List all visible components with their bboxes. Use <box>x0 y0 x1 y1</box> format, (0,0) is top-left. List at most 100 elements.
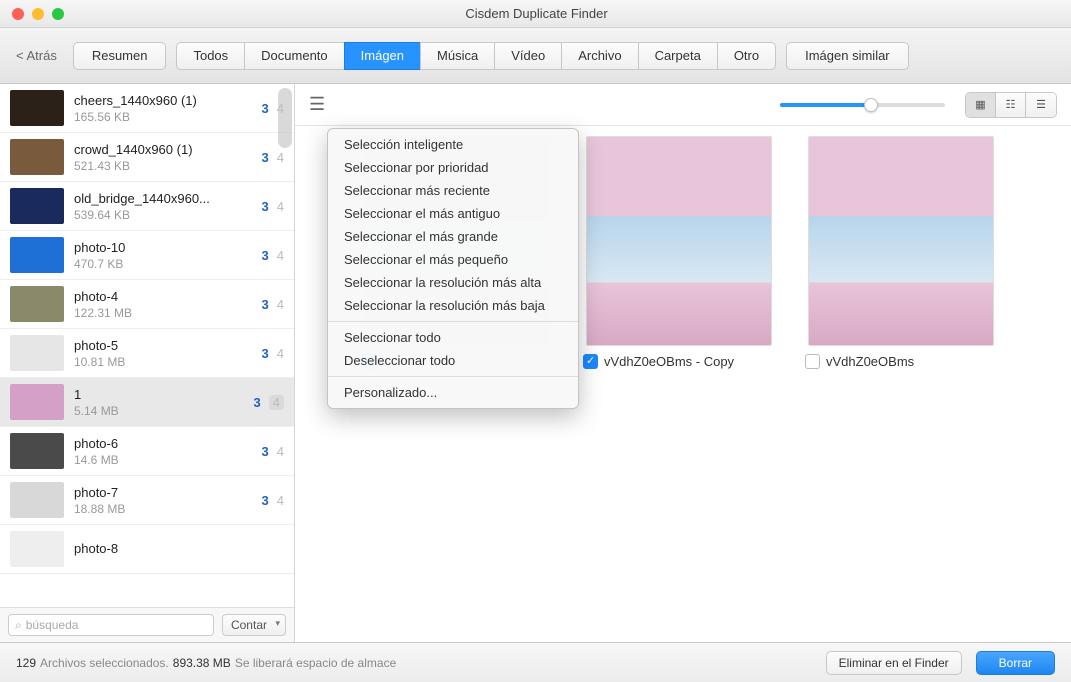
selection-menu: Selección inteligenteSeleccionar por pri… <box>327 128 579 409</box>
settings-icon[interactable]: ☰ <box>309 94 325 115</box>
tile-caption: vVdhZ0eOBms - Copy <box>579 354 779 369</box>
list-item[interactable]: photo-8 <box>0 525 294 574</box>
file-size: 521.43 KB <box>74 159 262 173</box>
duplicate-list[interactable]: cheers_1440x960 (1) 165.56 KB 3 4 crowd_… <box>0 84 294 607</box>
preview-image[interactable] <box>586 136 772 346</box>
delete-button[interactable]: Borrar <box>976 651 1055 675</box>
list-item[interactable]: 1 5.14 MB 3 4 <box>0 378 294 427</box>
selected-count: 3 <box>262 150 269 165</box>
thumbnail <box>10 188 64 224</box>
row-info: photo-4 122.31 MB <box>74 289 262 320</box>
row-info: photo-6 14.6 MB <box>74 436 262 467</box>
tile-caption: vVdhZ0eOBms <box>801 354 1001 369</box>
main-toolbar: ☰ ▦ ☷ ☰ <box>295 84 1071 126</box>
menu-item[interactable]: Seleccionar el más antiguo <box>328 202 578 225</box>
dup-counts: 3 4 <box>254 395 284 410</box>
list-item[interactable]: crowd_1440x960 (1) 521.43 KB 3 4 <box>0 133 294 182</box>
total-count: 4 <box>269 395 284 410</box>
preview-image[interactable] <box>808 136 994 346</box>
menu-item[interactable]: Seleccionar más reciente <box>328 179 578 202</box>
search-input[interactable]: ⌕ búsqueda <box>8 614 214 636</box>
thumbnail <box>10 531 64 567</box>
list-item[interactable]: photo-7 18.88 MB 3 4 <box>0 476 294 525</box>
menu-item[interactable]: Seleccionar la resolución más alta <box>328 271 578 294</box>
close-window[interactable] <box>12 8 24 20</box>
file-name: crowd_1440x960 (1) <box>74 142 262 157</box>
file-name: photo-8 <box>74 541 276 556</box>
thumbnail <box>10 384 64 420</box>
menu-item[interactable]: Seleccionar la resolución más baja <box>328 294 578 317</box>
tab-vídeo[interactable]: Vídeo <box>494 42 561 70</box>
toolbar: < Atrás Resumen TodosDocumentoImágenMúsi… <box>0 28 1071 84</box>
file-name: cheers_1440x960 (1) <box>74 93 262 108</box>
similar-image-button[interactable]: Imágen similar <box>786 42 909 70</box>
view-grid-icon[interactable]: ▦ <box>966 93 996 117</box>
zoom-window[interactable] <box>52 8 64 20</box>
scrollbar[interactable] <box>278 88 292 148</box>
dup-counts: 3 4 <box>262 248 284 263</box>
list-item[interactable]: photo-5 10.81 MB 3 4 <box>0 329 294 378</box>
row-info: photo-8 <box>74 541 276 558</box>
sort-dropdown[interactable]: Contar <box>222 614 286 636</box>
thumbnail <box>10 286 64 322</box>
file-name: old_bridge_1440x960... <box>74 191 262 206</box>
view-columns-icon[interactable]: ☷ <box>996 93 1026 117</box>
total-count: 4 <box>277 199 284 214</box>
menu-separator <box>328 321 578 322</box>
selected-count: 3 <box>262 346 269 361</box>
menu-item[interactable]: Personalizado... <box>328 381 578 404</box>
total-count: 4 <box>277 346 284 361</box>
menu-item[interactable]: Seleccionar todo <box>328 326 578 349</box>
selected-count: 3 <box>262 101 269 116</box>
menu-item[interactable]: Seleccionar por prioridad <box>328 156 578 179</box>
row-info: cheers_1440x960 (1) 165.56 KB <box>74 93 262 124</box>
dup-counts: 3 4 <box>262 199 284 214</box>
view-list-icon[interactable]: ☰ <box>1026 93 1056 117</box>
list-item[interactable]: photo-6 14.6 MB 3 4 <box>0 427 294 476</box>
tab-imágen[interactable]: Imágen <box>344 42 420 70</box>
tab-carpeta[interactable]: Carpeta <box>638 42 717 70</box>
list-item[interactable]: photo-10 470.7 KB 3 4 <box>0 231 294 280</box>
zoom-slider-thumb[interactable] <box>864 98 878 112</box>
category-tabs: TodosDocumentoImágenMúsicaVídeoArchivoCa… <box>176 42 776 70</box>
tab-documento[interactable]: Documento <box>244 42 343 70</box>
tab-archivo[interactable]: Archivo <box>561 42 637 70</box>
minimize-window[interactable] <box>32 8 44 20</box>
zoom-slider[interactable] <box>780 103 945 107</box>
file-size: 470.7 KB <box>74 257 262 271</box>
checkbox[interactable] <box>805 354 820 369</box>
row-info: crowd_1440x960 (1) 521.43 KB <box>74 142 262 173</box>
menu-item[interactable]: Seleccionar el más grande <box>328 225 578 248</box>
row-info: photo-5 10.81 MB <box>74 338 262 369</box>
thumbnail <box>10 433 64 469</box>
row-info: photo-10 470.7 KB <box>74 240 262 271</box>
tab-todos[interactable]: Todos <box>176 42 244 70</box>
tab-otro[interactable]: Otro <box>717 42 776 70</box>
dup-counts: 3 4 <box>262 297 284 312</box>
file-size: 18.88 MB <box>74 502 262 516</box>
delete-in-finder-button[interactable]: Eliminar en el Finder <box>826 651 962 675</box>
checkbox[interactable] <box>583 354 598 369</box>
traffic-lights <box>12 8 64 20</box>
file-name: photo-7 <box>74 485 262 500</box>
back-button[interactable]: < Atrás <box>16 48 57 63</box>
total-count: 4 <box>277 297 284 312</box>
list-item[interactable]: cheers_1440x960 (1) 165.56 KB 3 4 <box>0 84 294 133</box>
summary-button[interactable]: Resumen <box>73 42 167 70</box>
total-count: 4 <box>277 444 284 459</box>
row-info: photo-7 18.88 MB <box>74 485 262 516</box>
selected-count: 3 <box>262 493 269 508</box>
grid-tile[interactable]: vVdhZ0eOBms - Copy <box>579 136 779 369</box>
dup-counts: 3 4 <box>262 493 284 508</box>
list-item[interactable]: old_bridge_1440x960... 539.64 KB 3 4 <box>0 182 294 231</box>
menu-item[interactable]: Deseleccionar todo <box>328 349 578 372</box>
selected-count: 129 <box>16 656 36 670</box>
list-item[interactable]: photo-4 122.31 MB 3 4 <box>0 280 294 329</box>
file-size: 10.81 MB <box>74 355 262 369</box>
tab-música[interactable]: Música <box>420 42 494 70</box>
menu-item[interactable]: Selección inteligente <box>328 133 578 156</box>
file-size: 5.14 MB <box>74 404 254 418</box>
grid-tile[interactable]: vVdhZ0eOBms <box>801 136 1001 369</box>
search-icon: ⌕ <box>15 618 22 633</box>
menu-item[interactable]: Seleccionar el más pequeño <box>328 248 578 271</box>
